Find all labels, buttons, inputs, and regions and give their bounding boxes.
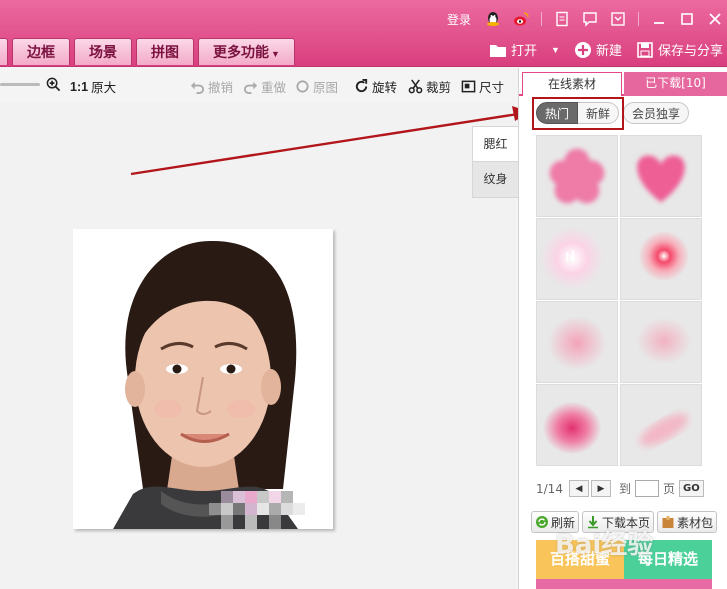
minimize-icon[interactable] <box>651 11 667 27</box>
filter-member-button[interactable]: 会员独享 <box>623 102 690 124</box>
tab-label: 更多功能 <box>213 44 269 60</box>
save-share-label: 保存与分享 <box>657 43 723 58</box>
zoom-slider[interactable] <box>0 83 40 86</box>
tab-downloaded[interactable]: 已下载[10] <box>624 72 727 96</box>
file-actions: 打开 ▼ 新建 保存与分享 <box>475 40 723 59</box>
circle-icon <box>296 80 309 93</box>
material-thumb-glow-red[interactable] <box>620 218 702 300</box>
qq-icon[interactable] <box>485 11 501 27</box>
next-page-button[interactable]: ▶ <box>590 480 611 497</box>
scissors-icon <box>408 79 423 94</box>
new-label: 新建 <box>595 43 622 58</box>
open-label: 打开 <box>511 43 538 58</box>
redo-label: 重做 <box>261 81 287 95</box>
portrait-photo[interactable] <box>73 229 333 529</box>
material-thumb-heart[interactable] <box>620 135 702 217</box>
tab-label: 场景 <box>89 44 117 60</box>
undo-icon <box>190 81 205 94</box>
zoom-in-icon <box>46 77 61 92</box>
actual-size-button[interactable]: 1:1 原大 <box>70 77 116 96</box>
crop-button[interactable]: 裁剪 <box>408 77 451 96</box>
refresh-icon <box>536 516 548 528</box>
material-thumb-blush-deep[interactable] <box>536 384 618 466</box>
original-button[interactable]: 原图 <box>295 77 338 96</box>
divider <box>638 12 639 26</box>
tab-more-features[interactable]: 更多功能 ▼ <box>198 38 295 65</box>
new-button[interactable]: 新建 <box>574 40 622 59</box>
tab-collage[interactable]: 拼图 <box>136 38 194 65</box>
save-icon <box>637 41 653 58</box>
resize-icon <box>461 80 476 93</box>
chevron-down-icon[interactable]: ▼ <box>551 45 560 55</box>
undo-button[interactable]: 撤销 <box>190 77 233 96</box>
size-button[interactable]: 尺寸 <box>461 77 504 96</box>
crop-label: 裁剪 <box>426 81 452 95</box>
material-panel: 在线素材 已下载[10] 热门 新鲜 会员独享 1/14 ◀ ▶ 到 页 GO … <box>518 68 727 589</box>
material-grid <box>536 135 703 470</box>
panel-tabs: 在线素材 已下载[10] <box>519 72 727 96</box>
prev-page-button[interactable]: ◀ <box>568 480 589 497</box>
material-thumb-blush-streak[interactable] <box>620 384 702 466</box>
tab-blush[interactable]: 腮红 <box>472 126 519 162</box>
message-icon[interactable] <box>582 11 598 27</box>
plus-circle-icon <box>574 41 591 58</box>
maximize-icon[interactable] <box>679 11 695 27</box>
page-unit-label: 页 <box>662 482 675 496</box>
original-size-label: 原大 <box>91 81 117 95</box>
tab-tattoo[interactable]: 纹身 <box>472 162 519 198</box>
zoom-ratio: 1:1 <box>70 79 89 94</box>
title-links: 登录 <box>447 8 727 30</box>
tab-label: 拼图 <box>151 44 179 60</box>
tab-scene[interactable]: 场景 <box>74 38 132 65</box>
undo-label: 撤销 <box>208 81 234 95</box>
material-pack-label: 素材包 <box>677 515 714 530</box>
open-button[interactable]: 打开 ▼ <box>489 40 560 59</box>
tab-partial[interactable] <box>0 38 8 65</box>
rotate-label: 旋转 <box>372 81 398 95</box>
weibo-icon[interactable] <box>513 11 529 27</box>
material-thumb-blush-soft-2[interactable] <box>620 301 702 383</box>
rotate-icon <box>355 79 368 93</box>
highlight-box <box>532 97 624 130</box>
zoom-in-button[interactable] <box>46 77 64 92</box>
tab-online-materials[interactable]: 在线素材 <box>522 72 622 96</box>
material-thumb-blush-soft-1[interactable] <box>536 301 618 383</box>
document-icon[interactable] <box>554 11 570 27</box>
caret-down-icon: ▼ <box>271 49 280 59</box>
go-button[interactable]: GO <box>678 480 704 497</box>
close-icon[interactable] <box>707 11 723 27</box>
redo-icon <box>243 81 258 94</box>
pagination: 1/14 ◀ ▶ 到 页 GO <box>536 480 704 497</box>
page-indicator: 1/14 <box>536 481 563 496</box>
material-pack-button[interactable]: 素材包 <box>657 511 718 533</box>
watermark: Bai经验 <box>555 530 654 560</box>
promo-strip <box>536 579 712 589</box>
material-thumb-glow-white[interactable] <box>536 218 618 300</box>
redo-button[interactable]: 重做 <box>243 77 286 96</box>
goto-label: 到 <box>618 482 631 496</box>
tab-label: 边框 <box>27 44 55 60</box>
top-menubar: 登录 边框 场景 拼图 更多功能 ▼ 打开 ▼ 新建 保存与分享 <box>0 0 727 67</box>
menu-tabs: 边框 场景 拼图 更多功能 ▼ <box>0 38 299 65</box>
tab-border[interactable]: 边框 <box>12 38 70 65</box>
size-label: 尺寸 <box>479 81 505 95</box>
material-thumb-flower[interactable] <box>536 135 618 217</box>
folder-icon <box>490 44 507 57</box>
dropdown-icon[interactable] <box>610 11 626 27</box>
material-category-tabs: 腮红 纹身 <box>472 126 519 198</box>
divider <box>541 12 542 26</box>
package-icon <box>662 516 674 528</box>
page-number-input[interactable] <box>634 480 659 497</box>
login-link[interactable]: 登录 <box>447 11 471 28</box>
save-share-button[interactable]: 保存与分享 <box>636 40 723 59</box>
rotate-button[interactable]: 旋转 <box>354 77 397 96</box>
original-label: 原图 <box>313 81 339 95</box>
